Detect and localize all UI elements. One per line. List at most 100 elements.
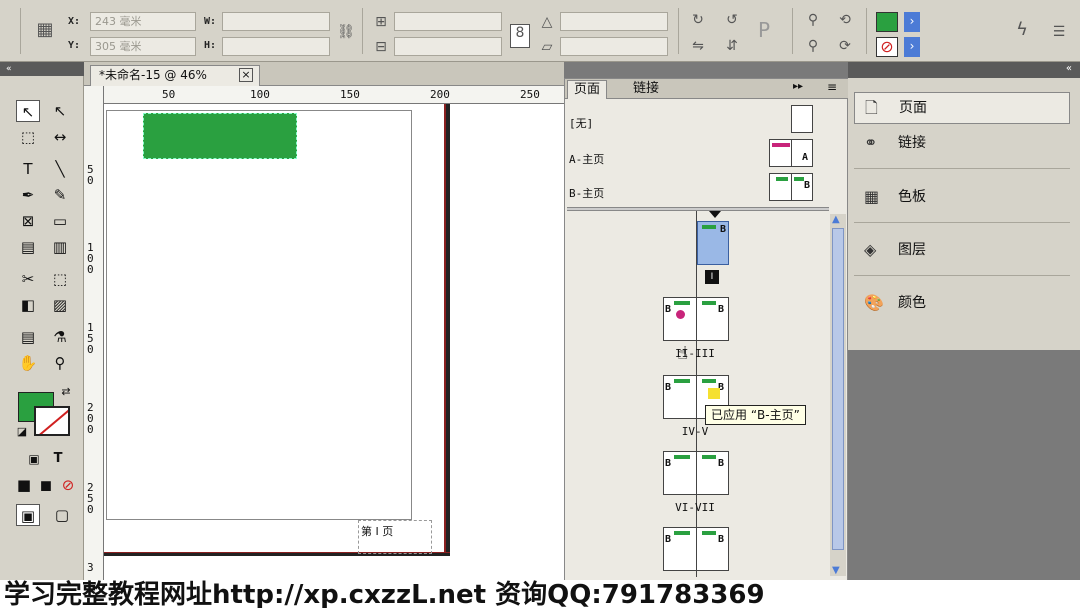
formatting-text-icon[interactable]: T [46,448,70,470]
page-tool-icon[interactable]: ⬚ [16,126,40,148]
lightning-icon[interactable]: ϟ [1012,21,1032,39]
select-container-icon[interactable]: ⚲ [802,12,824,28]
free-transform-tool-icon[interactable]: ⬚ [48,268,72,290]
spread-2-3-thumbnail[interactable]: B B [663,297,729,341]
panel-menu-icon[interactable]: ☰ [1048,24,1070,40]
scale-x-field[interactable] [394,12,502,31]
scale-y-icon[interactable]: ⊟ [372,39,390,55]
dock-item-layers[interactable]: ◈ 图层 [854,235,1070,267]
rotate-cw-icon[interactable]: ↻ [688,12,708,28]
select-content-icon[interactable]: ⚲ [802,38,824,54]
document-canvas[interactable]: 第 I 页 [104,104,564,582]
line-tool-icon[interactable]: ╲ [48,158,72,180]
hand-tool-icon[interactable]: ✋ [16,352,40,374]
w-field[interactable] [222,12,330,31]
rectangle-tool-icon[interactable]: ▭ [48,210,72,232]
master-a[interactable]: A-主页 [569,151,604,167]
page-master-letter: B [665,304,672,315]
tab-pages[interactable]: 页面 [567,80,608,99]
fill-dropdown-icon[interactable]: › [904,12,920,32]
reference-point-icon[interactable]: ▦ [30,21,60,39]
master-none[interactable]: [无] [569,115,593,131]
document-tab-title: *未命名-15 @ 46% [99,68,207,82]
y-field[interactable]: 305 毫米 [90,37,196,56]
master-a-thumbnail[interactable]: A [769,139,813,167]
document-page[interactable] [106,110,412,520]
fill-swatch[interactable] [876,12,898,32]
rotate-field[interactable] [560,12,668,31]
control-panel: ▦ X: Y: 243 毫米 305 毫米 W: H: ⛓ ⊞ ⊟ 8 △ ▱ … [0,0,1080,62]
master-none-thumbnail[interactable] [791,105,813,133]
page-1-label: I [705,270,719,284]
close-icon[interactable]: × [239,68,253,82]
normal-view-icon[interactable]: ▣ [16,504,40,526]
h-field[interactable] [222,37,330,56]
select-next-icon[interactable]: ⟳ [834,38,856,54]
spread-6-7-thumbnail[interactable]: B B [663,451,729,495]
flip-horizontal-icon[interactable]: ⇋ [688,38,708,54]
gap-tool-icon[interactable]: ↔ [48,126,72,148]
pages-scrollbar[interactable]: ▲ ▼ [830,214,846,576]
ruler-tick-label: 2 5 0 [87,481,94,516]
default-colors-icon[interactable]: ◪ [14,424,30,440]
master-b-thumbnail[interactable]: B [769,173,813,201]
dock-item-pages[interactable]: 🗋 页面 [854,92,1070,124]
zoom-tool-icon[interactable]: ⚲ [48,352,72,374]
shear-field[interactable] [560,37,668,56]
gradient-swatch-tool-icon[interactable]: ◧ [16,294,40,316]
document-tab[interactable]: *未命名-15 @ 46% × [90,65,260,86]
horizontal-grid-tool-icon[interactable]: ▤ [16,236,40,258]
pen-tool-icon[interactable]: ✒ [16,184,40,206]
page-1-thumbnail[interactable]: B [697,221,729,265]
note-tool-icon[interactable]: ▤ [16,326,40,348]
scrollbar-thumb[interactable] [832,228,844,550]
tab-links[interactable]: 链接 [627,80,665,99]
preview-view-icon[interactable]: ▢ [50,504,74,526]
page-master-letter: B [720,224,727,235]
vertical-grid-tool-icon[interactable]: ▥ [48,236,72,258]
swap-colors-icon[interactable]: ⇄ [58,384,74,400]
toolbox-collapse-icon[interactable]: « [0,62,84,76]
select-previous-icon[interactable]: ⟲ [834,12,856,28]
pencil-tool-icon[interactable]: ✎ [48,184,72,206]
apply-gradient-icon[interactable]: ◼ [34,474,58,496]
stroke-color-box[interactable] [34,406,70,436]
scissors-tool-icon[interactable]: ✂ [16,268,40,290]
stroke-none-swatch[interactable]: ⊘ [876,37,898,57]
apply-none-icon[interactable]: ⊘ [56,474,80,496]
rotate-ccw-icon[interactable]: ↺ [722,12,742,28]
stroke-dropdown-icon[interactable]: › [904,37,920,57]
master-b[interactable]: B-主页 [569,185,604,201]
green-rectangle[interactable] [143,113,297,159]
master-b-letter: B [804,180,811,191]
spread-8-9-thumbnail[interactable]: B B [663,527,729,571]
constrain-proportions-icon[interactable]: ⛓ [336,24,356,40]
panel-divider[interactable] [567,207,829,211]
eyedropper-tool-icon[interactable]: ⚗ [48,326,72,348]
x-field[interactable]: 243 毫米 [90,12,196,31]
panel-menu-icon[interactable]: ≡ [827,80,837,94]
type-tool-icon[interactable]: T [16,158,40,180]
apply-color-icon[interactable]: ■ [12,474,36,496]
scroll-up-icon[interactable]: ▲ [832,214,840,225]
spread-4-5-label: IV-V [681,425,709,438]
panel-expand-icon[interactable]: ▸▸ [793,81,803,92]
constrain-scale-icon[interactable]: 8 [510,24,530,48]
scroll-down-icon[interactable]: ▼ [832,565,840,576]
formatting-container-icon[interactable]: ▣ [22,448,46,470]
page-master-letter: B [718,534,725,545]
scale-y-field[interactable] [394,37,502,56]
dock-item-links[interactable]: ⚭ 链接 [854,128,1070,160]
dock-expand-icon[interactable]: « [1066,63,1072,74]
ruler-tick-label: 2 0 0 [87,401,94,436]
dock-item-color[interactable]: 🎨 颜色 [854,288,1070,320]
gradient-feather-tool-icon[interactable]: ▨ [48,294,72,316]
rectangle-frame-tool-icon[interactable]: ⊠ [16,210,40,232]
dock-item-swatches[interactable]: ▦ 色板 [854,182,1070,214]
flip-vertical-icon[interactable]: ⇵ [722,38,742,54]
dock-item-label: 页面 [899,100,927,116]
selection-tool-icon[interactable]: ↖ [16,100,40,122]
direct-selection-tool-icon[interactable]: ↖ [48,100,72,122]
tooltip: 已应用 “B-主页” [705,405,806,425]
scale-x-icon[interactable]: ⊞ [372,14,390,30]
